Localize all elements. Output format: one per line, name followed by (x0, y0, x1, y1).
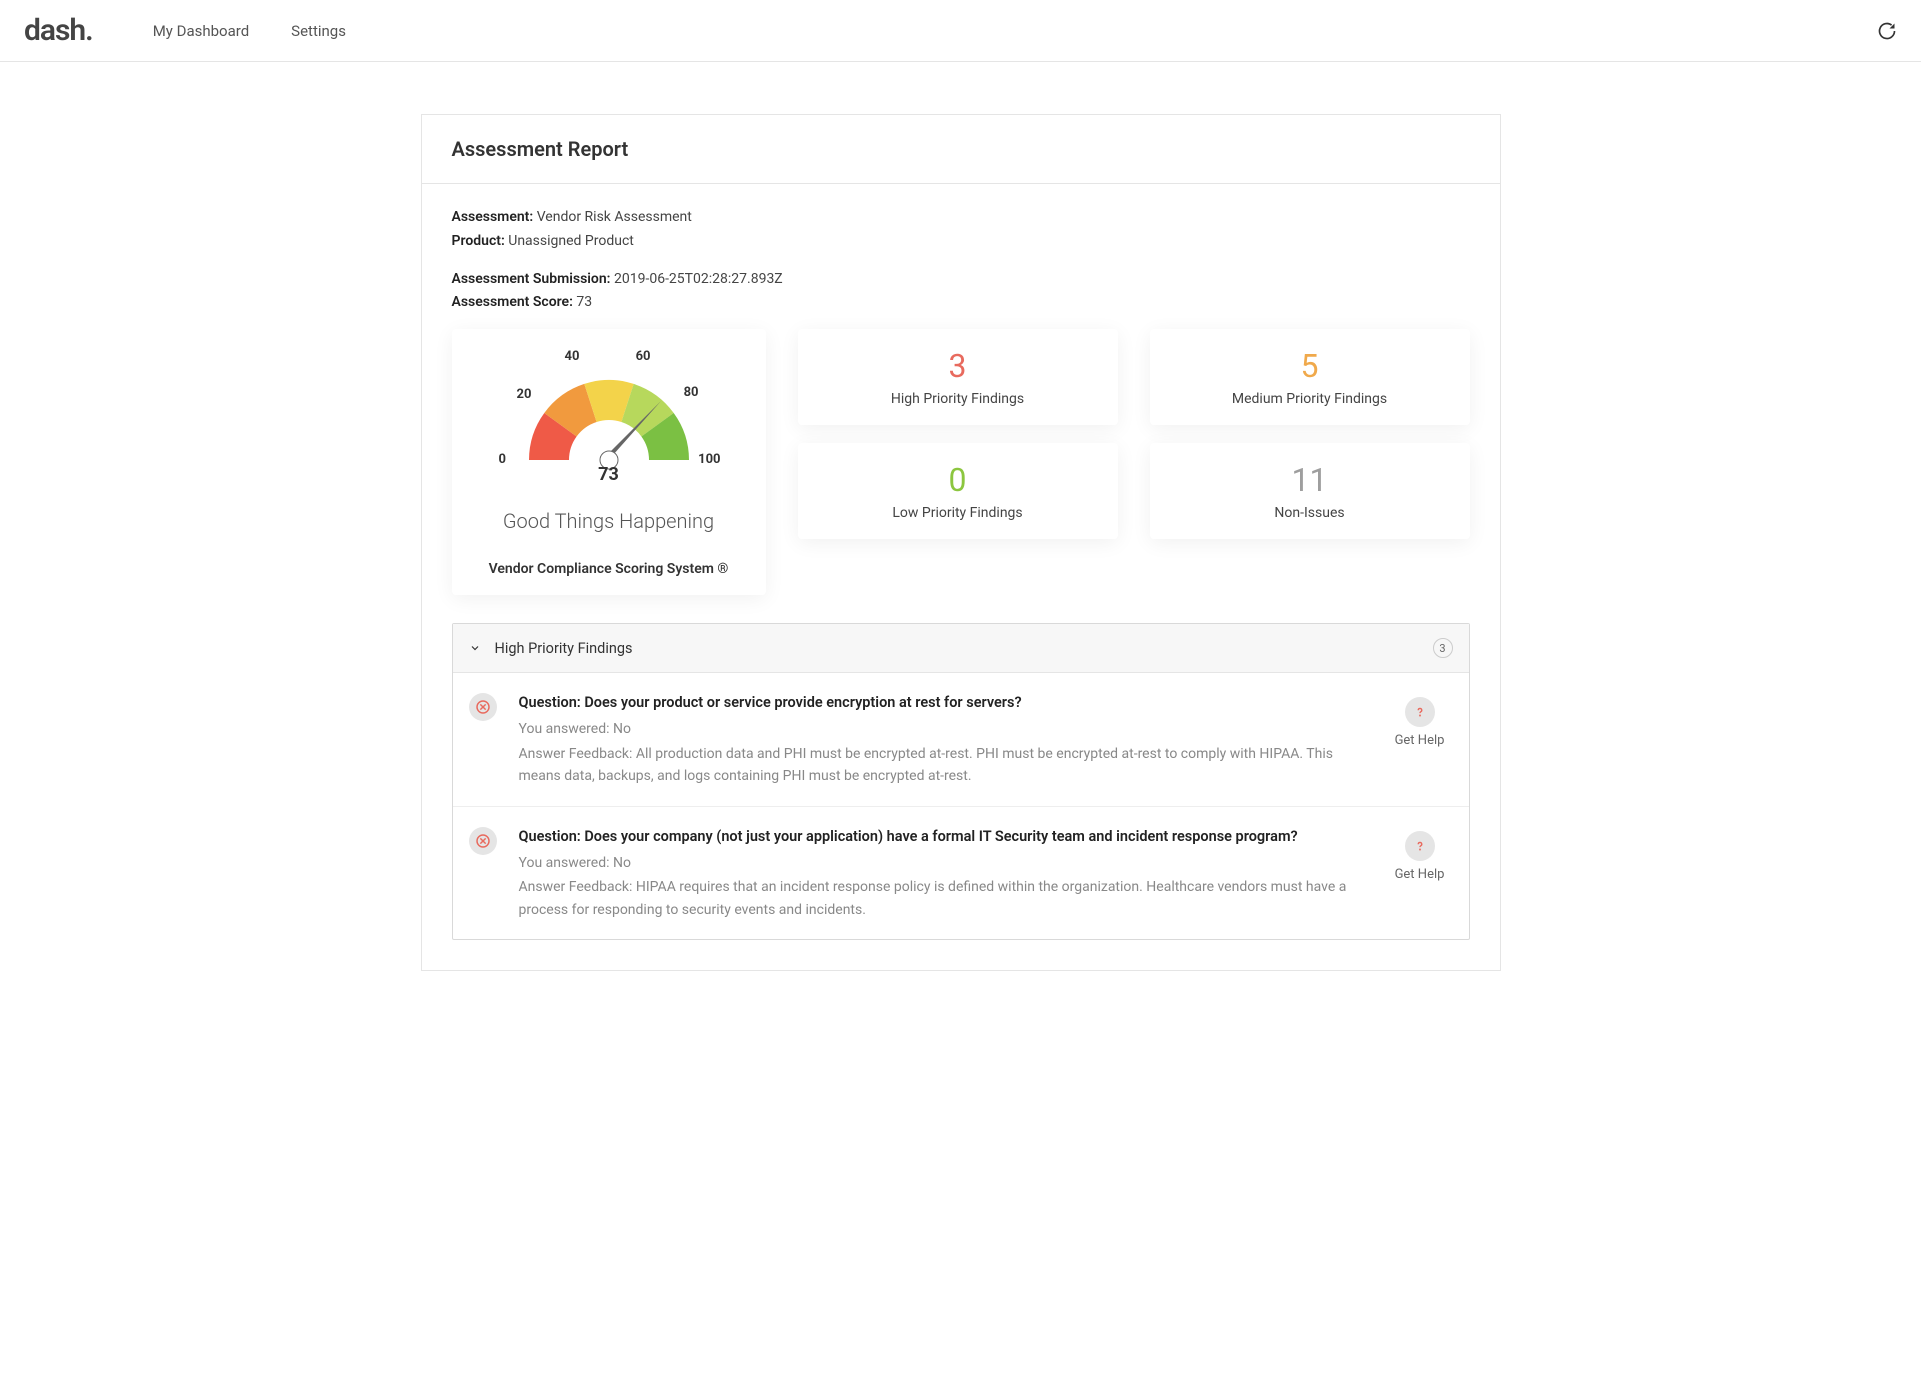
report-meta-block-1: Assessment: Vendor Risk Assessment Produ… (452, 206, 1470, 254)
get-help-label: Get Help (1387, 733, 1453, 748)
gauge-tick-80: 80 (684, 385, 699, 400)
gauge-tick-40: 40 (565, 349, 580, 364)
gauge-system-label: Vendor Compliance Scoring System ® (462, 561, 756, 577)
findings-title: High Priority Findings (495, 640, 633, 657)
get-help-button[interactable] (1405, 831, 1435, 861)
finding-feedback-text: HIPAA requires that an incident response… (519, 879, 1347, 917)
error-icon (469, 827, 497, 855)
findings-header[interactable]: High Priority Findings 3 (453, 624, 1469, 673)
stat-low-value: 0 (808, 461, 1108, 499)
finding-feedback-prefix: Answer Feedback: (519, 746, 633, 762)
gauge-tick-60: 60 (636, 349, 651, 364)
logo: dash (24, 13, 93, 48)
stat-non-issues: 11 Non-Issues (1150, 443, 1470, 539)
stat-non-value: 11 (1160, 461, 1460, 499)
gauge-chart: 0 20 40 60 80 100 73 (499, 345, 719, 485)
stat-medium-value: 5 (1160, 347, 1460, 385)
stat-high-value: 3 (808, 347, 1108, 385)
finding-answered-value: No (613, 721, 631, 737)
finding-answered-prefix: You answered: (519, 721, 610, 737)
nav-my-dashboard[interactable]: My Dashboard (153, 22, 249, 40)
meta-submission-label: Assessment Submission: (452, 271, 611, 287)
stat-medium-priority: 5 Medium Priority Findings (1150, 329, 1470, 425)
meta-assessment-value: Vendor Risk Assessment (537, 209, 692, 225)
finding-question-text: Does your company (not just your applica… (584, 828, 1297, 845)
stat-low-label: Low Priority Findings (808, 505, 1108, 521)
report-meta-block-2: Assessment Submission: 2019-06-25T02:28:… (452, 268, 1470, 316)
finding-feedback-prefix: Answer Feedback: (519, 879, 633, 895)
refresh-icon[interactable] (1877, 21, 1897, 41)
get-help-label: Get Help (1387, 867, 1453, 882)
meta-score-value: 73 (576, 294, 592, 310)
gauge-score: 73 (598, 464, 619, 485)
finding-question-text: Does your product or service provide enc… (584, 694, 1021, 711)
top-nav: dash My Dashboard Settings (0, 0, 1921, 62)
stat-medium-label: Medium Priority Findings (1160, 391, 1460, 407)
stat-high-priority: 3 High Priority Findings (798, 329, 1118, 425)
gauge-tick-0: 0 (499, 452, 506, 467)
get-help-button[interactable] (1405, 697, 1435, 727)
meta-submission-value: 2019-06-25T02:28:27.893Z (614, 271, 783, 287)
finding-answered-value: No (613, 855, 631, 871)
findings-panel: High Priority Findings 3 Question: D (452, 623, 1470, 940)
findings-count-badge: 3 (1433, 638, 1453, 658)
finding-question-label: Question: (519, 694, 581, 711)
meta-assessment-label: Assessment: (452, 209, 534, 225)
finding-item: Question: Does your company (not just yo… (453, 807, 1469, 939)
assessment-report-card: Assessment Report Assessment: Vendor Ris… (421, 114, 1501, 971)
stat-low-priority: 0 Low Priority Findings (798, 443, 1118, 539)
nav-settings[interactable]: Settings (291, 22, 346, 40)
error-icon (469, 693, 497, 721)
meta-score-label: Assessment Score: (452, 294, 573, 310)
meta-product-value: Unassigned Product (508, 233, 634, 249)
gauge-tick-20: 20 (517, 387, 532, 402)
gauge-card: 0 20 40 60 80 100 73 Good Things Happeni… (452, 329, 766, 595)
meta-product-label: Product: (452, 233, 505, 249)
chevron-down-icon (469, 642, 481, 654)
page-title: Assessment Report (452, 137, 1470, 161)
finding-feedback-text: All production data and PHI must be encr… (519, 746, 1333, 784)
stat-non-label: Non-Issues (1160, 505, 1460, 521)
gauge-tick-100: 100 (698, 452, 720, 467)
finding-answered-prefix: You answered: (519, 855, 610, 871)
finding-question-label: Question: (519, 828, 581, 845)
gauge-message: Good Things Happening (462, 509, 756, 533)
finding-item: Question: Does your product or service p… (453, 673, 1469, 806)
stat-high-label: High Priority Findings (808, 391, 1108, 407)
